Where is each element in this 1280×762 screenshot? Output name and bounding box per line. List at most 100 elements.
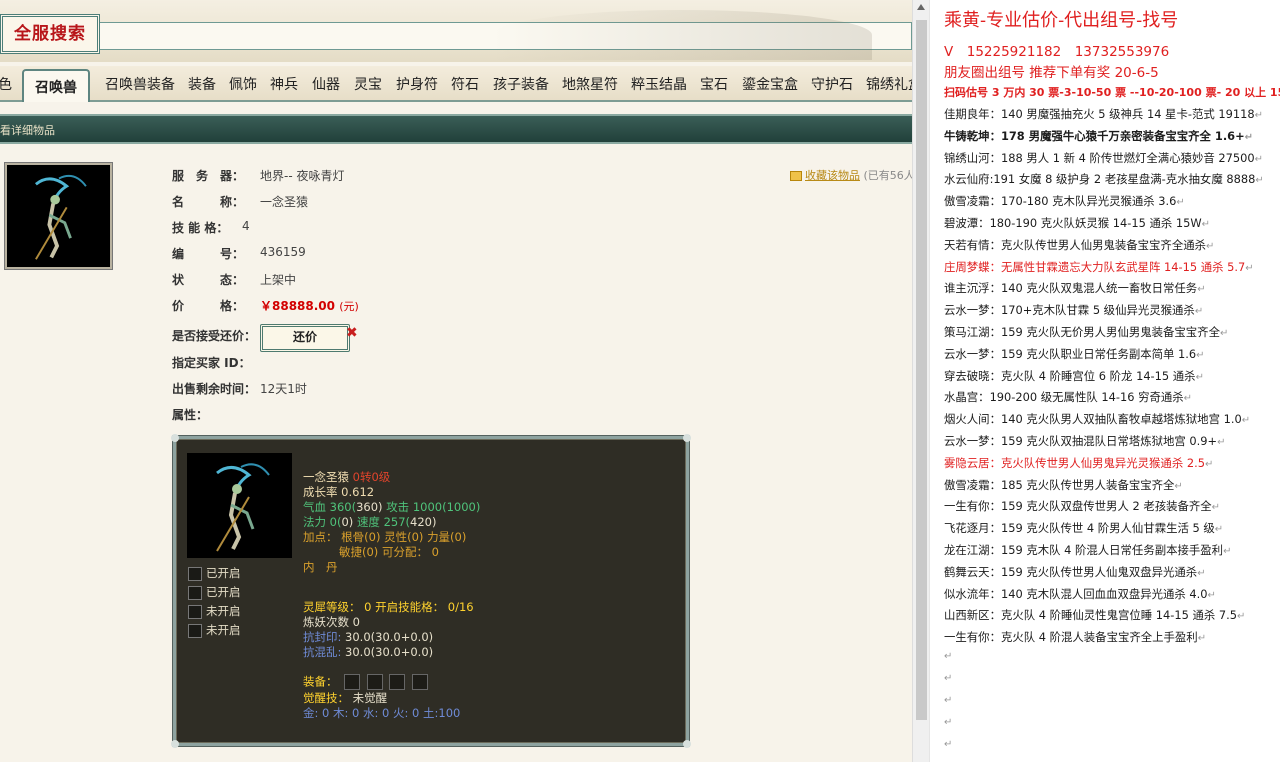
- favorite-link[interactable]: 收藏该物品 (已有56人: [790, 167, 912, 183]
- core-slot[interactable]: 未开启: [188, 622, 241, 638]
- category-tabs: 色 召唤兽 召唤兽装备 装备 佩饰 神兵 仙器 灵宝 护身符 符石 孩子装备 地…: [0, 66, 912, 102]
- favorite-label[interactable]: 收藏该物品: [805, 169, 860, 182]
- paragraph-mark: ↵: [944, 673, 953, 684]
- notes-title: 乘黄-专业估价-代出组号-找号: [944, 10, 1179, 31]
- panel-resist-seal: 抗封印: 30.0(30.0+0.0): [303, 630, 434, 644]
- paragraph-mark: ↵: [1211, 502, 1221, 514]
- attribute-panel: 一念圣猿 0转0级 成长率 0.612 气血 360(360) 攻击 1000(…: [171, 434, 691, 748]
- tab-star-talisman[interactable]: 地煞星符: [562, 74, 618, 94]
- note-entry: 云水一梦：159 克火队双抽混队日常塔炼狱地宫 0.9+↵: [944, 434, 1226, 448]
- vertical-scrollbar[interactable]: [912, 0, 929, 762]
- panel-resist-chaos: 抗混乱: 30.0(30.0+0.0): [303, 645, 434, 659]
- paragraph-mark: ↵: [944, 651, 953, 662]
- paragraph-mark: ↵: [944, 717, 953, 728]
- equip-slot-icon[interactable]: [344, 674, 361, 690]
- notes-phone: V 15225921182 13732553976: [944, 44, 1170, 60]
- paragraph-mark: ↵: [1197, 567, 1206, 579]
- paragraph-mark: ↵: [1195, 371, 1204, 383]
- paragraph-mark: ↵: [944, 695, 953, 706]
- status-label: 状 态：: [172, 273, 245, 287]
- status-value: 上架中: [260, 273, 297, 287]
- note-entry: 云水一梦：170+克木队甘霖 5 级仙异光灵猴通杀↵: [944, 303, 1204, 318]
- search-logo[interactable]: 全服搜索: [0, 14, 100, 54]
- tab-brocade-gift-box[interactable]: 锦绣礼盒: [866, 74, 912, 94]
- tab-gem[interactable]: 宝石: [700, 74, 728, 94]
- tab-amulet[interactable]: 护身符: [396, 74, 438, 94]
- id-value: 436159: [260, 245, 306, 259]
- note-entry: 傲雪凌霜：185 克火队传世男人装备宝宝齐全↵: [944, 477, 1183, 492]
- tab-jade-crystal[interactable]: 粹玉结晶: [631, 74, 687, 94]
- paragraph-mark: ↵: [1245, 262, 1254, 274]
- panel-name-row: 一念圣猿 0转0级: [303, 470, 390, 485]
- paragraph-mark: ↵: [1197, 633, 1207, 645]
- note-entry: 庄周梦蝶：无属性甘霖遗忘大力队玄武星阵 14-15 通杀 5.7↵: [944, 259, 1254, 274]
- note-entry: 山西新区：克火队 4 阶睡仙灵性鬼宫位睡 14-15 通杀 7.5↵: [944, 608, 1246, 623]
- tab-beast-equipment[interactable]: 召唤兽装备: [105, 74, 175, 94]
- tab-immortal-item[interactable]: 仙器: [312, 74, 340, 94]
- note-entry: 碧波潭：180-190 克火队妖灵猴 14-15 通杀 15W↵: [944, 216, 1211, 230]
- tab-accessory[interactable]: 佩饰: [229, 74, 257, 94]
- close-icon[interactable]: ✖: [346, 325, 358, 341]
- price-label: 价 格：: [172, 299, 245, 313]
- panel-inner-core: 内 丹: [303, 560, 338, 574]
- equip-slot-icon[interactable]: [389, 674, 406, 690]
- paragraph-mark: ↵: [1241, 415, 1251, 427]
- price-value: ￥88888.00 (元): [260, 299, 359, 313]
- notes-price-line: 扫码估号 3 万内 30 票-3-10-50 票 --10-20-100 票- …: [944, 86, 1280, 99]
- paragraph-mark: ↵: [1196, 349, 1205, 361]
- panel-mp-spd: 法力 0(0) 速度 257(420): [303, 515, 437, 529]
- note-entry: 鹤舞云天：159 克火队传世男人仙鬼双盘异光通杀↵: [944, 564, 1206, 579]
- beast-figure-icon: [34, 174, 87, 260]
- tab-summon-beast[interactable]: 召唤兽: [22, 69, 90, 102]
- paragraph-mark: ↵: [1201, 219, 1211, 230]
- tab-gilded-box[interactable]: 鎏金宝盒: [742, 74, 798, 94]
- scroll-thumb[interactable]: [916, 20, 927, 720]
- paragraph-mark: ↵: [1214, 524, 1224, 536]
- tab-spirit-treasure[interactable]: 灵宝: [354, 74, 382, 94]
- paragraph-mark: ↵: [1206, 240, 1215, 252]
- section-title: 看详细物品: [0, 124, 55, 137]
- note-entry: 傲雪凌霜：170-180 克木队异光灵猴通杀 3.6↵: [944, 194, 1185, 209]
- tab-divine-weapon[interactable]: 神兵: [270, 74, 298, 94]
- paragraph-mark: ↵: [944, 739, 953, 750]
- item-thumbnail[interactable]: [4, 162, 113, 270]
- paragraph-mark: ↵: [1244, 131, 1254, 143]
- tab-equipment[interactable]: 装备: [188, 74, 216, 94]
- favorite-count: (已有56人: [863, 169, 913, 182]
- core-slot[interactable]: 未开启: [188, 603, 241, 619]
- core-slot[interactable]: 已开启: [188, 584, 241, 600]
- name-label: 名 称：: [172, 195, 245, 209]
- attr-label: 属性：: [172, 408, 209, 422]
- counter-offer-button[interactable]: 还价: [260, 324, 350, 352]
- equip-slot-icon[interactable]: [412, 674, 429, 690]
- panel-beast-image: [187, 453, 292, 558]
- equip-slot-icon[interactable]: [366, 674, 383, 690]
- tab-partial[interactable]: 色: [0, 74, 12, 94]
- tab-rune-stone[interactable]: 符石: [451, 74, 479, 94]
- search-input[interactable]: [100, 22, 912, 50]
- paragraph-mark: ↵: [1217, 437, 1226, 448]
- note-entry: 策马江湖：159 克火队无价男人男仙男鬼装备宝宝齐全↵: [944, 325, 1229, 339]
- paragraph-mark: ↵: [1174, 480, 1183, 492]
- notes-friend-circle: 朋友圈出组号 推荐下单有奖 20-6-5: [944, 65, 1159, 81]
- paragraph-mark: ↵: [1207, 589, 1216, 601]
- tab-child-equipment[interactable]: 孩子装备: [493, 74, 549, 94]
- buyer-label: 指定买家 ID：: [172, 356, 251, 370]
- panel-name: 一念圣猿: [303, 470, 349, 484]
- note-entry: 一生有你：克火队 4 阶混人装备宝宝齐全上手盈利↵: [944, 630, 1207, 645]
- paragraph-mark: ↵: [1197, 284, 1206, 296]
- bargain-label: 是否接受还价：: [172, 329, 257, 343]
- scroll-up-icon[interactable]: [917, 4, 925, 10]
- panel-growth: 成长率 0.612: [303, 485, 375, 499]
- note-entry: 一生有你：159 克火队双盘传世男人 2 老孩装备齐全↵: [944, 499, 1221, 514]
- paragraph-mark: ↵: [1237, 611, 1246, 623]
- note-entry: 雾隐云居：克火队传世男人仙男鬼异光灵猴通杀 2.5↵: [944, 455, 1214, 470]
- note-entry: 佳期良年：140 男魔强抽充火 5 级神兵 14 星卡-范式 19118↵: [944, 107, 1263, 121]
- core-slot[interactable]: 已开启: [188, 565, 241, 581]
- server-value: 地界-- 夜咏青灯: [260, 169, 345, 183]
- panel-hp-atk: 气血 360(360) 攻击 1000(1000): [303, 500, 481, 514]
- paragraph-mark: ↵: [1194, 306, 1204, 318]
- paragraph-mark: ↵: [1254, 110, 1263, 121]
- tab-guardian-stone[interactable]: 守护石: [811, 74, 853, 94]
- paragraph-mark: ↵: [1183, 393, 1193, 405]
